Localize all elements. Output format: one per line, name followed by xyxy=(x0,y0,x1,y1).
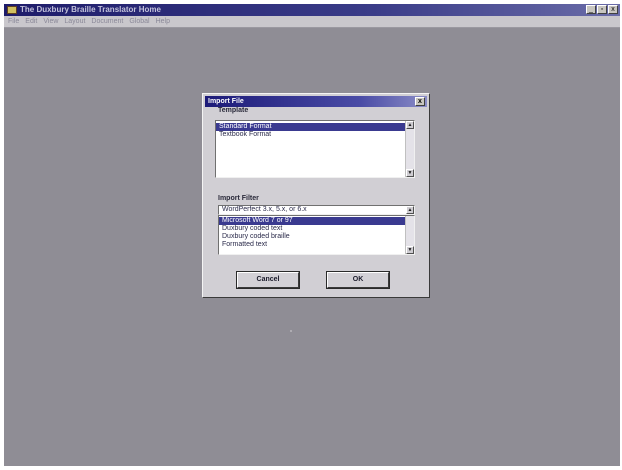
dropdown-arrow-icon[interactable]: ▲ xyxy=(406,206,414,214)
filter-item-formatted-text[interactable]: Formatted text xyxy=(219,241,414,249)
window-title: The Duxbury Braille Translator Home xyxy=(20,5,161,14)
template-label: Template xyxy=(218,107,249,114)
import-file-dialog: Import File x Template Standard Format T… xyxy=(202,93,430,298)
menu-document[interactable]: Document xyxy=(91,18,123,25)
menubar-divider xyxy=(4,27,620,28)
maximize-button[interactable]: ▫ xyxy=(597,5,607,14)
menu-global[interactable]: Global xyxy=(129,18,149,25)
menu-file[interactable]: File xyxy=(8,18,19,25)
import-filter-select[interactable]: WordPerfect 3.x, 5.x, or 6.x ▲ xyxy=(218,205,415,215)
menu-layout[interactable]: Layout xyxy=(64,18,85,25)
ok-button[interactable]: OK xyxy=(326,271,390,289)
menu-bar: File Edit View Layout Document Global He… xyxy=(4,16,620,27)
dialog-title-bar[interactable]: Import File x xyxy=(205,96,427,107)
filter-item-coded-text[interactable]: Duxbury coded text xyxy=(219,225,414,233)
import-filter-listbox[interactable]: Microsoft Word 7 or 97 Duxbury coded tex… xyxy=(218,215,415,255)
filter-scrollbar[interactable]: ▼ xyxy=(405,216,414,254)
template-item-textbook[interactable]: Textbook Format xyxy=(216,131,414,139)
scroll-down-icon[interactable]: ▼ xyxy=(406,169,414,177)
window-controls: _ ▫ x xyxy=(586,5,618,14)
import-filter-value: WordPerfect 3.x, 5.x, or 6.x xyxy=(222,206,307,213)
dialog-close-button[interactable]: x xyxy=(415,97,425,106)
template-listbox[interactable]: Standard Format Textbook Format ▲ ▼ xyxy=(215,120,415,178)
app-icon xyxy=(7,6,17,14)
scroll-down-icon[interactable]: ▼ xyxy=(406,246,414,254)
template-scrollbar[interactable]: ▲ ▼ xyxy=(405,121,414,177)
minimize-button[interactable]: _ xyxy=(586,5,596,14)
close-button[interactable]: x xyxy=(608,5,618,14)
filter-item-word[interactable]: Microsoft Word 7 or 97 xyxy=(219,217,414,225)
dialog-title: Import File xyxy=(208,98,244,105)
scroll-up-icon[interactable]: ▲ xyxy=(406,121,414,129)
title-bar[interactable]: The Duxbury Braille Translator Home _ ▫ … xyxy=(4,4,620,16)
import-filter-label: Import Filter xyxy=(218,195,259,202)
cancel-button[interactable]: Cancel xyxy=(236,271,300,289)
app-window: The Duxbury Braille Translator Home _ ▫ … xyxy=(4,4,620,466)
screen-speck xyxy=(290,330,292,332)
menu-edit[interactable]: Edit xyxy=(25,18,37,25)
template-item-standard[interactable]: Standard Format xyxy=(216,123,414,131)
menu-view[interactable]: View xyxy=(43,18,58,25)
menu-help[interactable]: Help xyxy=(156,18,170,25)
filter-item-coded-braille[interactable]: Duxbury coded braille xyxy=(219,233,414,241)
